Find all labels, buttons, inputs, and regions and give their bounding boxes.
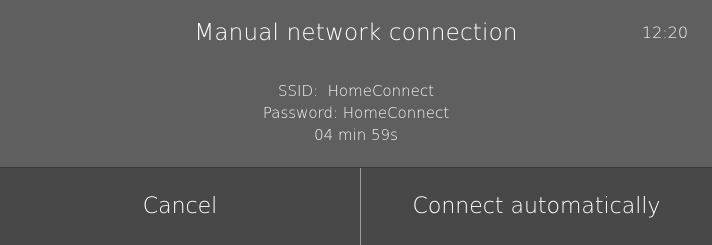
countdown-timer: 04 min 59s: [314, 126, 398, 144]
info-panel: Manual network connection 12:20 SSID: Ho…: [0, 0, 712, 167]
password-label: Password:: [262, 104, 338, 122]
ssid-label: SSID:: [278, 82, 319, 100]
connect-automatically-button[interactable]: Connect automatically: [361, 168, 712, 245]
clock-display: 12:20: [641, 23, 688, 42]
network-credentials: SSID: HomeConnect Password: HomeConnect …: [0, 80, 712, 146]
ssid-row: SSID: HomeConnect: [0, 80, 712, 102]
ssid-value: HomeConnect: [327, 82, 434, 100]
action-bar: Cancel Connect automatically: [0, 168, 712, 245]
page-title: Manual network connection: [194, 20, 518, 46]
cancel-button[interactable]: Cancel: [0, 168, 360, 245]
password-row: Password: HomeConnect: [0, 102, 712, 124]
password-value: HomeConnect: [342, 104, 450, 122]
